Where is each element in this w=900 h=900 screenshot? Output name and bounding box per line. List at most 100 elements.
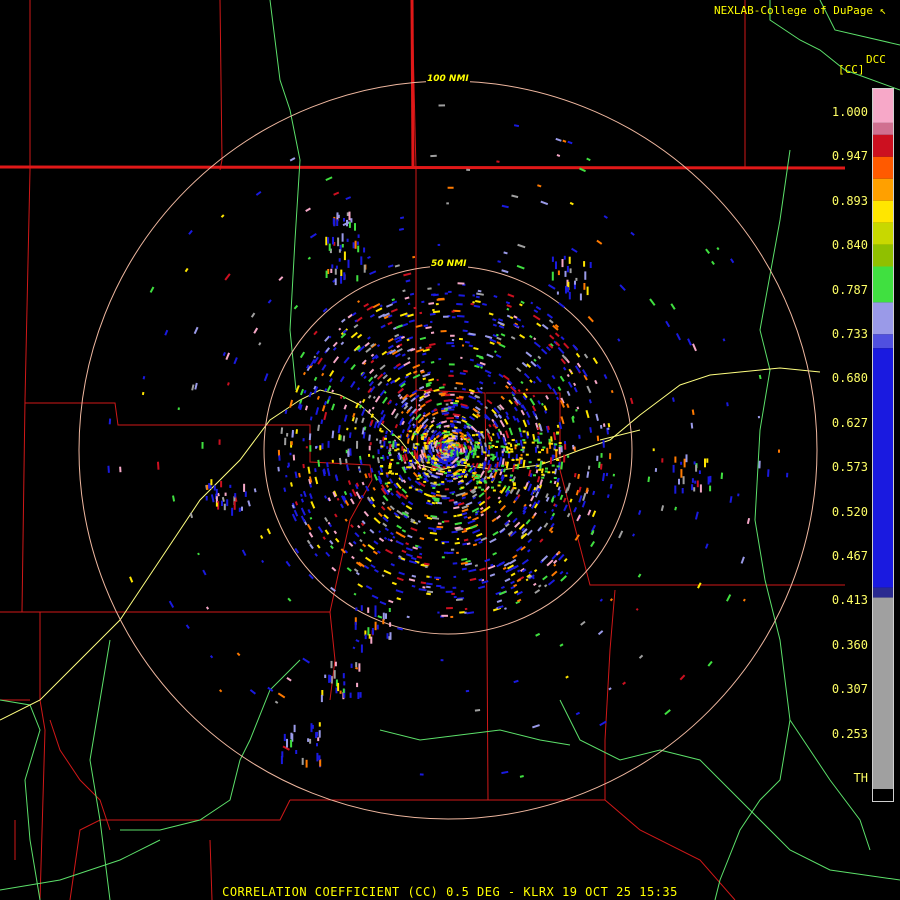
echo-gate bbox=[353, 568, 359, 573]
echo-gate bbox=[583, 353, 589, 359]
echo-gate bbox=[517, 389, 521, 393]
echo-gate bbox=[523, 441, 527, 444]
echo-gate bbox=[332, 218, 335, 225]
echo-gate bbox=[524, 482, 529, 491]
echo-gate bbox=[421, 300, 425, 304]
echo-gate bbox=[456, 460, 460, 463]
echo-gate bbox=[419, 537, 425, 541]
echo-gate bbox=[340, 318, 346, 323]
echo-gate bbox=[407, 534, 413, 539]
echo-gate bbox=[534, 589, 541, 594]
echo-gate bbox=[354, 532, 360, 538]
ring-label-50: 50 NMI bbox=[430, 259, 468, 269]
echo-gate bbox=[371, 594, 379, 600]
echo-gate bbox=[324, 495, 327, 499]
echo-gate bbox=[335, 265, 338, 269]
echo-gate bbox=[526, 419, 531, 426]
echo-gate bbox=[177, 407, 180, 411]
echo-gate bbox=[261, 559, 265, 563]
echo-gate bbox=[415, 488, 419, 491]
echo-gate bbox=[305, 446, 308, 449]
echo-gate bbox=[350, 364, 356, 371]
echo-gate bbox=[468, 568, 477, 573]
echo-gate bbox=[585, 409, 590, 419]
echo-gate bbox=[678, 478, 680, 485]
echo-gate bbox=[345, 196, 352, 201]
echo-gate bbox=[569, 498, 573, 503]
echo-gate bbox=[464, 475, 467, 478]
echo-gate bbox=[516, 317, 522, 322]
echo-gate bbox=[389, 463, 392, 466]
echo-gate bbox=[315, 350, 320, 355]
echo-gate bbox=[556, 459, 560, 461]
echo-gate bbox=[510, 450, 514, 453]
echo-gate bbox=[376, 457, 380, 464]
echo-gate bbox=[294, 471, 298, 479]
echo-gate bbox=[376, 373, 384, 380]
echo-gate bbox=[455, 404, 459, 407]
echo-gate bbox=[191, 384, 195, 391]
echo-gate bbox=[355, 639, 360, 643]
echo-gate bbox=[543, 522, 549, 528]
echo-gate bbox=[577, 473, 580, 480]
echo-gate bbox=[395, 531, 402, 536]
echo-gate bbox=[691, 409, 695, 416]
echo-gate bbox=[618, 530, 624, 539]
echo-gate bbox=[560, 416, 565, 425]
echo-gate bbox=[472, 529, 481, 534]
echo-gate bbox=[535, 469, 539, 474]
echo-gate bbox=[367, 336, 371, 340]
echo-gate bbox=[520, 409, 525, 416]
echo-gate bbox=[468, 344, 473, 348]
echo-gate bbox=[418, 385, 425, 390]
echo-gate bbox=[588, 399, 592, 404]
echo-gate bbox=[382, 619, 385, 625]
echo-gate bbox=[450, 615, 454, 618]
echo-gate bbox=[495, 353, 502, 359]
echo-gate bbox=[387, 481, 391, 484]
echo-gate bbox=[231, 507, 234, 516]
echo-gate bbox=[533, 474, 536, 477]
echo-gate bbox=[517, 443, 520, 446]
echo-gate bbox=[475, 299, 481, 303]
echo-gate bbox=[381, 396, 388, 404]
echo-gate bbox=[505, 450, 509, 453]
echo-gate bbox=[317, 424, 320, 431]
echo-gate bbox=[547, 579, 556, 586]
echo-gate bbox=[479, 402, 484, 406]
echo-gate bbox=[448, 499, 455, 502]
echo-gate bbox=[304, 405, 309, 411]
echo-gate bbox=[233, 357, 238, 365]
echo-gate bbox=[610, 390, 614, 394]
echo-gate bbox=[481, 488, 484, 491]
echo-gate bbox=[329, 378, 333, 383]
echo-gate bbox=[461, 567, 467, 571]
echo-gate bbox=[220, 480, 223, 488]
echo-gate bbox=[552, 432, 557, 441]
echo-gate bbox=[404, 296, 410, 300]
echo-gate bbox=[395, 353, 401, 358]
echo-gate bbox=[327, 237, 330, 244]
echo-gate bbox=[413, 433, 417, 436]
echo-gate bbox=[286, 465, 290, 468]
echo-gate bbox=[350, 380, 356, 388]
echo-gate bbox=[373, 568, 379, 573]
echo-gate bbox=[517, 569, 521, 573]
echo-gate bbox=[329, 675, 332, 683]
echo-gate bbox=[548, 319, 554, 324]
echo-gate bbox=[278, 455, 281, 461]
echo-gate bbox=[550, 442, 554, 445]
echo-gate bbox=[599, 424, 603, 429]
echo-gate bbox=[661, 458, 664, 463]
radar-echoes bbox=[107, 104, 789, 778]
echo-gate bbox=[314, 476, 319, 485]
echo-gate bbox=[545, 467, 548, 470]
echo-gate bbox=[758, 460, 761, 469]
echo-gate bbox=[440, 495, 447, 498]
echo-gate bbox=[435, 494, 442, 497]
echo-gate bbox=[496, 599, 503, 604]
echo-gate bbox=[546, 313, 553, 319]
echo-gate bbox=[309, 516, 313, 520]
echo-gate bbox=[386, 446, 389, 449]
echo-gate bbox=[421, 438, 425, 440]
